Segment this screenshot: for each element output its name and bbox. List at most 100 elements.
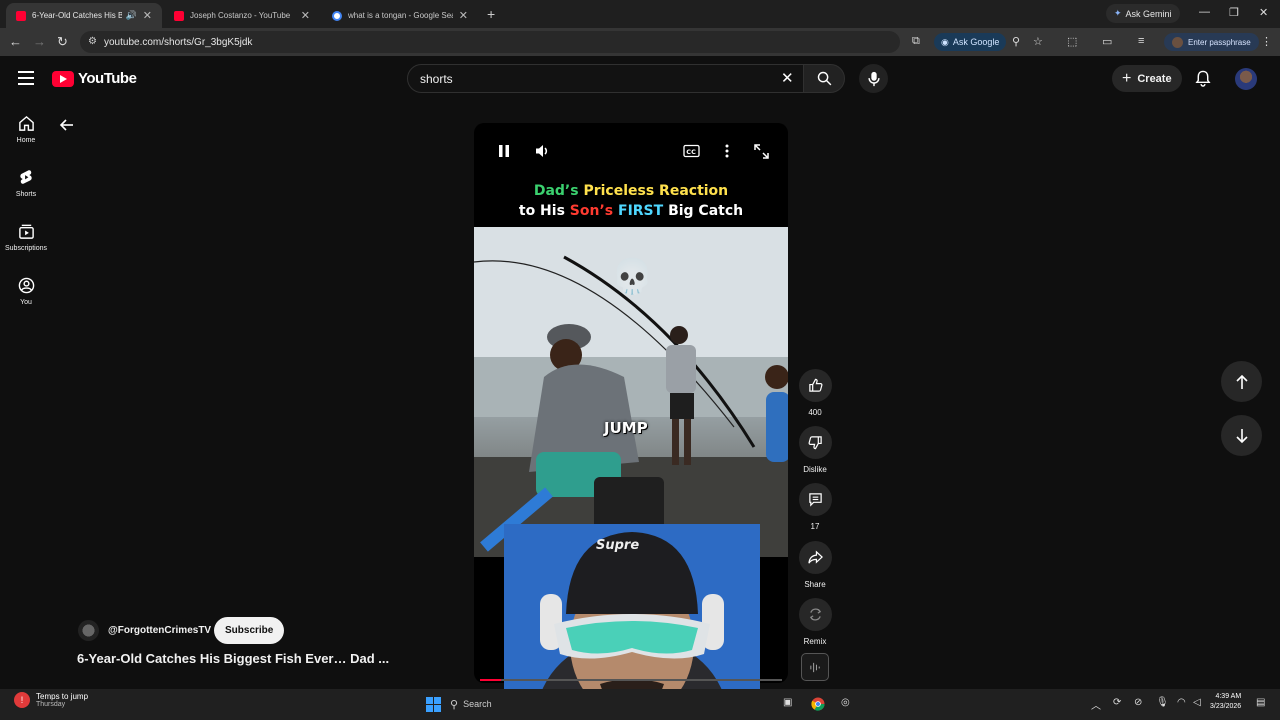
- browser-tab-active[interactable]: 6-Year-Old Catches His Big 🔊 ✕: [6, 3, 162, 28]
- thumbs-up-icon: [808, 378, 822, 392]
- caption-part: to His: [518, 203, 565, 219]
- clear-search-icon[interactable]: ✕: [781, 69, 794, 87]
- chrome-app-icon[interactable]: [811, 697, 825, 714]
- like-button[interactable]: 400: [798, 369, 832, 417]
- dislike-button[interactable]: Dislike: [798, 426, 832, 474]
- account-avatar[interactable]: [1235, 68, 1257, 90]
- create-button[interactable]: + Create: [1112, 65, 1182, 92]
- wifi-icon[interactable]: ◠: [1177, 697, 1186, 708]
- back-icon[interactable]: ←: [9, 34, 22, 49]
- create-label: Create: [1137, 72, 1172, 85]
- taskbar-search-label: Search: [463, 699, 492, 709]
- comments-button[interactable]: 17: [798, 483, 832, 531]
- reading-list-icon[interactable]: ▭: [1102, 35, 1112, 48]
- sidebar-item-subscriptions[interactable]: Subscriptions: [0, 223, 52, 252]
- sound-button[interactable]: [798, 653, 832, 681]
- subscribe-button[interactable]: Subscribe: [214, 617, 285, 644]
- channel-avatar[interactable]: [78, 620, 99, 641]
- sync-icon[interactable]: ⟳: [1113, 697, 1121, 708]
- remix-button[interactable]: Remix: [798, 598, 832, 646]
- profile-passphrase-button[interactable]: Enter passphrase: [1164, 33, 1259, 51]
- voice-search-button[interactable]: [859, 64, 888, 93]
- caption-part: FIRST: [618, 203, 664, 219]
- microphone-icon: [867, 71, 880, 86]
- sidebar-item-you[interactable]: You: [0, 277, 52, 306]
- like-count: 400: [808, 408, 822, 417]
- search-button[interactable]: [803, 64, 845, 93]
- skull-emoji: 💀: [611, 258, 654, 296]
- svg-text:Supre: Supre: [596, 538, 639, 553]
- restore-icon[interactable]: ❐: [1229, 6, 1239, 19]
- expand-icon: [754, 144, 769, 159]
- ask-gemini-button[interactable]: ✦ Ask Gemini: [1106, 4, 1180, 23]
- new-tab-button[interactable]: +: [487, 6, 495, 22]
- microphone-tray-icon[interactable]: 🎙: [1156, 697, 1169, 708]
- more-options-button[interactable]: [724, 144, 730, 163]
- channel-handle[interactable]: @ForgottenCrimesTV: [108, 625, 211, 636]
- sidebar-item-label: Shorts: [15, 191, 37, 198]
- share-button[interactable]: Share: [798, 541, 832, 589]
- terminal-app-icon[interactable]: ▣: [783, 697, 792, 708]
- overlay-word: JUMP: [604, 419, 648, 437]
- address-bar[interactable]: ⚙ youtube.com/shorts/Gr_3bgK5jdk: [80, 31, 900, 53]
- browser-menu-icon[interactable]: ⋮: [1261, 35, 1272, 48]
- taskbar-search[interactable]: ⚲ Search: [450, 694, 502, 714]
- tray-chevron-icon[interactable]: ︿: [1091, 697, 1101, 712]
- remix-icon: [809, 608, 821, 621]
- shorts-icon: [19, 170, 32, 184]
- zoom-icon[interactable]: ⚲: [1012, 35, 1020, 48]
- share-icon: [807, 550, 823, 564]
- closed-captions-icon: CC: [683, 144, 700, 158]
- system-clock[interactable]: 4:39 AM 3/23/2026: [1210, 692, 1241, 712]
- back-button[interactable]: [58, 116, 76, 139]
- close-window-icon[interactable]: ✕: [1259, 6, 1268, 19]
- search-input[interactable]: shorts: [407, 64, 806, 93]
- ask-gemini-label: Ask Gemini: [1125, 8, 1172, 19]
- pause-button[interactable]: [497, 144, 511, 163]
- youtube-favicon-icon: [174, 10, 184, 21]
- reload-icon[interactable]: ↻: [57, 34, 68, 50]
- volume-icon: [536, 145, 548, 157]
- start-button[interactable]: [426, 697, 441, 712]
- app-icon[interactable]: ◎: [841, 697, 850, 708]
- bookmark-star-icon[interactable]: ☆: [1033, 35, 1043, 48]
- no-sign-icon[interactable]: ⊘: [1134, 697, 1142, 708]
- video-title[interactable]: 6-Year-Old Catches His Biggest Fish Ever…: [77, 651, 389, 666]
- next-short-button[interactable]: [1221, 415, 1262, 456]
- browser-tab[interactable]: Joseph Costanzo - YouTube ✕: [164, 3, 320, 28]
- captions-button[interactable]: CC: [683, 144, 700, 163]
- profile-avatar: [1172, 36, 1183, 48]
- clock-date: 3/23/2026: [1210, 703, 1242, 710]
- notifications-button[interactable]: [1195, 70, 1211, 92]
- volume-tray-icon[interactable]: ◁: [1193, 697, 1201, 708]
- volume-button[interactable]: [535, 144, 551, 163]
- forward-icon[interactable]: →: [33, 34, 46, 49]
- close-tab-icon[interactable]: ✕: [301, 9, 310, 22]
- menu-icon[interactable]: [18, 71, 34, 85]
- clock-time: 4:39 AM: [1215, 693, 1242, 700]
- browser-tab[interactable]: what is a tongan - Google Sear ✕: [322, 3, 478, 28]
- video-frame: 💀 JUMP: [474, 227, 788, 557]
- youtube-play-icon: [52, 70, 74, 87]
- install-app-icon[interactable]: ⧉: [912, 35, 920, 48]
- close-tab-icon[interactable]: ✕: [459, 9, 468, 22]
- site-info-icon[interactable]: ⚙: [88, 36, 97, 47]
- ask-google-button[interactable]: ◉ Ask Google: [934, 33, 1007, 51]
- chrome-icon: [811, 697, 825, 711]
- weather-widget[interactable]: ! Temps to jump Thursday: [14, 692, 88, 708]
- close-tab-icon[interactable]: ✕: [143, 9, 152, 22]
- fullscreen-button[interactable]: [754, 144, 769, 164]
- sidebar-item-shorts[interactable]: Shorts: [0, 169, 52, 198]
- more-vert-icon: [725, 144, 729, 158]
- speaker-icon[interactable]: 🔊: [126, 10, 137, 21]
- minimize-icon[interactable]: —: [1199, 6, 1210, 18]
- previous-short-button[interactable]: [1221, 361, 1262, 402]
- media-icon[interactable]: ≡: [1138, 35, 1144, 47]
- notification-center-icon[interactable]: ▤: [1256, 697, 1265, 708]
- youtube-logo[interactable]: YouTube: [52, 70, 137, 87]
- video-progress-bar[interactable]: [480, 679, 782, 681]
- sidebar-item-home[interactable]: Home: [0, 115, 52, 144]
- extensions-icon[interactable]: ⬚: [1067, 35, 1077, 48]
- gemini-sparkle-icon: ✦: [1114, 8, 1122, 18]
- weather-alert-icon: !: [14, 692, 30, 708]
